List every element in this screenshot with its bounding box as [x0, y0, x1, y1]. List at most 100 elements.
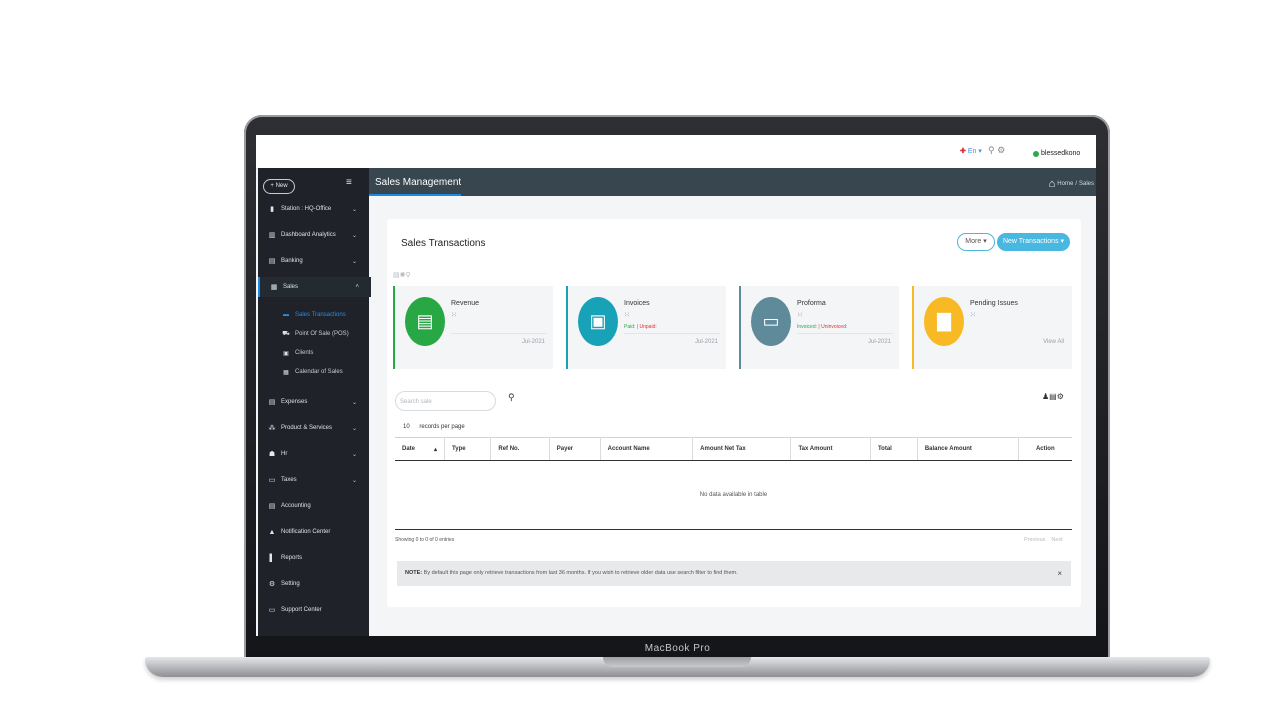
search-input[interactable]: Search sale — [395, 391, 496, 411]
chevron-up-icon: ˄ — [355, 284, 359, 290]
online-status-icon — [1033, 150, 1039, 157]
header-accent — [369, 194, 461, 196]
sidebar-subitem-calendar[interactable]: ▦ Calendar of Sales — [258, 364, 369, 380]
chevron-down-icon: ⌄ — [351, 451, 357, 458]
stat-card-revenue[interactable]: ▤ Revenue ⁙ Jul-2021 — [393, 286, 553, 369]
sales-icon: ▦ — [270, 284, 278, 291]
hamburger-icon[interactable]: ≡ — [346, 177, 352, 188]
sidebar-item-dashboard[interactable]: ▥ Dashboard Analytics ⌄ — [258, 225, 369, 245]
sidebar-item-reports[interactable]: ▌ Reports — [258, 548, 369, 568]
sidebar-item-label: Accounting — [281, 503, 311, 509]
note-icon: ▇ — [924, 297, 964, 346]
support-icon: ▭ — [268, 607, 276, 614]
column-header-ref[interactable]: Ref No. — [490, 437, 550, 461]
close-icon[interactable]: × — [1057, 561, 1062, 586]
records-per-page-label: records per page — [419, 424, 465, 430]
chevron-down-icon: ⌄ — [351, 477, 357, 484]
language-selector[interactable]: ✚ En ▾ — [960, 147, 982, 155]
stat-date: Jul-2021 — [694, 339, 718, 345]
sidebar-subitem-label: Calendar of Sales — [295, 369, 343, 375]
chevron-down-icon: ⌄ — [351, 258, 357, 265]
more-button-label: More — [965, 238, 982, 245]
search-icon[interactable]: ⚲ — [508, 392, 515, 403]
loading-spinner-icon: ⁙ — [451, 312, 457, 319]
stat-card-pending-issues[interactable]: ▇ Pending Issues ⁙ View All — [912, 286, 1072, 369]
search-icon[interactable]: ⚲ — [988, 145, 995, 155]
cart-icon: ⛟ — [282, 331, 290, 337]
column-header-date[interactable]: Date ▴ — [395, 437, 446, 461]
sidebar-item-label: Sales — [283, 284, 299, 290]
next-button[interactable]: Next — [1051, 537, 1062, 543]
gear-icon[interactable]: ⚙ — [1057, 392, 1064, 401]
loading-spinner-icon: ⁙ — [624, 312, 630, 319]
print-icon[interactable]: ▤ — [1049, 392, 1057, 401]
home-icon[interactable]: ⌂ — [1049, 178, 1056, 190]
search-icon[interactable]: ⚲ — [406, 272, 411, 279]
chevron-down-icon: ▾ — [1060, 238, 1065, 245]
sidebar-item-label: Expenses — [281, 399, 308, 405]
sidebar-item-banking[interactable]: ▤ Banking ⌄ — [258, 251, 369, 271]
column-header-amount-net-tax[interactable]: Amount Net Tax — [692, 437, 792, 461]
box-icon: ⁂ — [268, 425, 276, 432]
sidebar-item-notifications[interactable]: ▲ Notification Center — [258, 522, 369, 542]
page-header-title: Sales Management — [375, 177, 462, 188]
empty-table-message: No data available in table — [395, 460, 1072, 530]
main-card: Sales Transactions More ▾ New Transactio… — [387, 219, 1081, 607]
sidebar-item-label: Reports — [281, 555, 303, 561]
sidebar-item-label: Taxes — [281, 477, 297, 483]
paid-label: Paid: — [624, 324, 636, 330]
sidebar-item-support[interactable]: ▭ Support Center — [258, 600, 369, 620]
new-transactions-button[interactable]: New Transactions ▾ — [997, 233, 1070, 251]
ledger-icon: ▤ — [268, 503, 276, 510]
gear-icon[interactable]: ⚙ — [997, 145, 1005, 155]
sidebar-item-hr[interactable]: ☗ Hr ⌄ — [258, 444, 369, 464]
chevron-down-icon: ▾ — [978, 148, 982, 155]
column-header-total[interactable]: Total — [870, 437, 918, 461]
sidebar-subitem-clients[interactable]: ▣ Clients — [258, 345, 369, 361]
file-icon: ▌ — [269, 554, 275, 562]
sidebar-subitem-pos[interactable]: ⛟ Point Of Sale (POS) — [258, 326, 369, 342]
sidebar-item-station[interactable]: ▮ Station : HQ-Office ⌄ — [258, 199, 369, 219]
screen: ✚ En ▾ ⚲ ⚙ blessedkono ▾ + New ≡ ▮ Stati… — [256, 135, 1096, 636]
column-header-type[interactable]: Type — [444, 437, 492, 461]
unpaid-label: Unpaid: — [639, 324, 657, 330]
sidebar-item-taxes[interactable]: ▭ Taxes ⌄ — [258, 470, 369, 490]
sidebar-item-label: Product & Services — [281, 425, 333, 431]
column-header-tax-amount[interactable]: Tax Amount — [790, 437, 871, 461]
sidebar-item-products[interactable]: ⁂ Product & Services ⌄ — [258, 418, 369, 438]
sidebar-item-expenses[interactable]: ▤ Expenses ⌄ — [258, 392, 369, 412]
page-size-select[interactable]: 10 — [403, 424, 410, 430]
sidebar-subitem-sales-transactions[interactable]: ▬ Sales Transactions — [258, 307, 369, 323]
user-menu[interactable]: blessedkono ▾ — [1033, 149, 1096, 158]
new-button[interactable]: + New — [263, 179, 295, 194]
more-button[interactable]: More ▾ — [957, 233, 995, 251]
column-header-account[interactable]: Account Name — [600, 437, 694, 461]
column-header-balance[interactable]: Balance Amount — [917, 437, 1019, 461]
uninvoiced-label: Uninvoiced: — [821, 324, 848, 330]
chevron-down-icon: ⌄ — [351, 399, 357, 406]
sidebar-item-setting[interactable]: ⚙ Setting — [258, 574, 369, 594]
divider — [624, 333, 720, 334]
loading-spinner-icon: ⁙ — [970, 312, 976, 319]
view-all-link[interactable]: View All — [1043, 339, 1064, 345]
building-icon: ▮ — [270, 206, 274, 213]
divider — [797, 333, 893, 334]
previous-button[interactable]: Previous — [1024, 537, 1045, 543]
stat-card-invoices[interactable]: ▣ Invoices ⁙ Paid: | Unpaid: Jul-2021 — [566, 286, 726, 369]
stat-card-proforma[interactable]: ▭ Proforma ⁙ Invoiced: | Uninvoiced: Jul… — [739, 286, 899, 369]
stat-name: Proforma — [797, 300, 826, 307]
top-actions: ⚲ ⚙ — [988, 145, 1005, 156]
toolbar-icons: ▤✺⚲ — [393, 271, 411, 279]
chevron-down-icon: ⌄ — [351, 232, 357, 239]
tax-icon: ▭ — [268, 477, 276, 484]
print-icon[interactable]: ▤ — [393, 272, 400, 279]
card-icon: ▭ — [751, 297, 791, 346]
column-header-action: Action — [1018, 437, 1072, 461]
pagination: Previous Next — [1024, 537, 1063, 543]
invoice-status: Paid: | Unpaid: — [624, 324, 657, 330]
breadcrumb-home[interactable]: Home — [1057, 181, 1073, 187]
sidebar-item-sales[interactable]: ▦ Sales ˄ — [258, 277, 371, 297]
stat-name: Invoices — [624, 300, 650, 307]
column-header-payer[interactable]: Payer — [549, 437, 601, 461]
sidebar-item-accounting[interactable]: ▤ Accounting — [258, 496, 369, 516]
